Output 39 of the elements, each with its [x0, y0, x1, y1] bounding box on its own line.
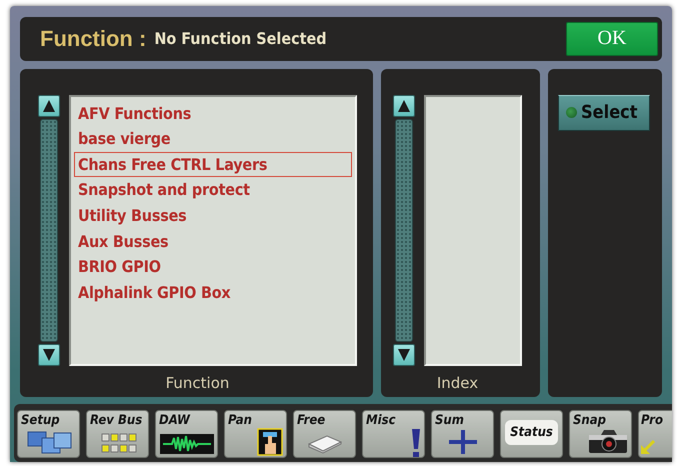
toolbar-tab[interactable]: Sum [431, 410, 494, 458]
scroll-up-button[interactable] [393, 94, 415, 117]
waveform-icon [160, 434, 214, 454]
scroll-down-button[interactable] [393, 344, 415, 366]
camera-icon [588, 428, 628, 454]
toolbar-tab[interactable]: Rev Bus [86, 410, 149, 458]
toolbar-tab[interactable]: Snap [569, 410, 632, 458]
scroll-up-button[interactable] [38, 94, 60, 117]
toolbar-tab[interactable]: Pro [638, 410, 672, 458]
down-triangle-icon [42, 348, 56, 362]
list-item[interactable]: AFV Functions [74, 100, 352, 126]
list-item[interactable]: Snapshot and protect [74, 177, 352, 204]
toolbar-tab[interactable]: Misc [362, 410, 425, 458]
select-button[interactable]: Select [558, 94, 650, 131]
function-value: No Function Selected [154, 29, 327, 48]
windows-icon [26, 430, 72, 454]
list-item[interactable]: Chans Free CTRL Layers [74, 152, 352, 178]
toolbar-tab[interactable]: Setup [17, 410, 80, 458]
list-item[interactable]: Utility Busses [74, 203, 352, 229]
up-triangle-icon [397, 98, 411, 113]
exclamation-icon [411, 428, 421, 458]
toolbar-tab[interactable]: DAW [155, 410, 218, 458]
list-item[interactable]: BRIO GPIO [74, 254, 352, 280]
toolbar-tab[interactable]: Pan [224, 410, 287, 458]
dialog-title: Function : [40, 26, 146, 52]
down-triangle-icon [397, 348, 411, 362]
scroll-down-button[interactable] [38, 344, 60, 366]
plus-icon [448, 430, 476, 454]
list-item[interactable]: Aux Busses [74, 228, 352, 254]
panel-label: Index [436, 374, 478, 392]
up-triangle-icon [42, 98, 56, 113]
led-icon [566, 107, 577, 118]
toolbar-tab[interactable]: Free [293, 410, 356, 458]
touch-icon [257, 428, 283, 456]
toolbar-tab[interactable]: Status [500, 410, 563, 458]
list-item[interactable]: base vierge [74, 126, 352, 152]
list-item[interactable]: Alphalink GPIO Box [74, 280, 352, 306]
panel-label: Function [166, 374, 230, 392]
arrow-icon [641, 440, 655, 454]
